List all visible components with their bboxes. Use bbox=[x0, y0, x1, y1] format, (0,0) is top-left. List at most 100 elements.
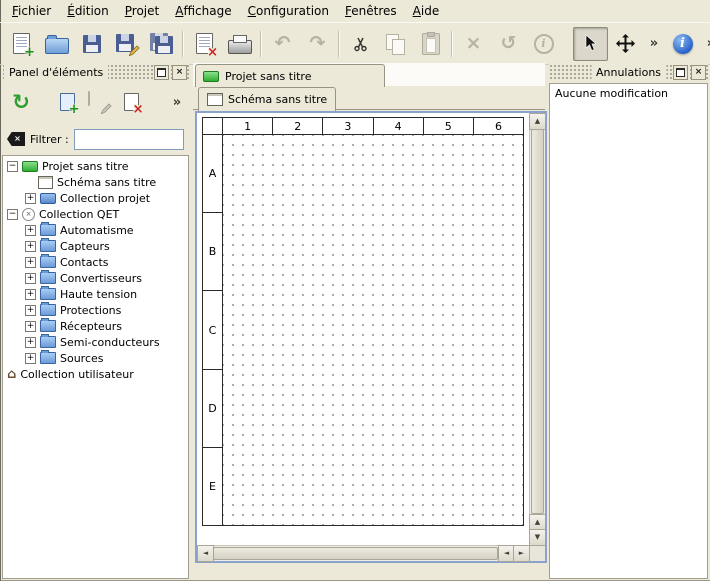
select-tool-button[interactable] bbox=[573, 27, 608, 61]
save-button[interactable] bbox=[74, 27, 109, 61]
tree-item-label: Collection utilisateur bbox=[20, 368, 133, 381]
copy-button[interactable] bbox=[378, 27, 413, 61]
expand-icon[interactable]: + bbox=[25, 193, 36, 204]
menu-edition[interactable]: Édition bbox=[59, 1, 117, 21]
expand-icon[interactable]: + bbox=[25, 321, 36, 332]
schema-canvas[interactable] bbox=[223, 135, 523, 525]
scroll-down-button[interactable]: ▼ bbox=[529, 529, 546, 546]
save-all-button[interactable] bbox=[144, 27, 179, 61]
tree-item-collection-utilisateur[interactable]: ⌂ Collection utilisateur bbox=[3, 366, 188, 382]
menu-projet[interactable]: Projet bbox=[117, 1, 167, 21]
scroll-right-button[interactable]: ► bbox=[513, 545, 530, 562]
collapse-icon[interactable]: − bbox=[7, 209, 18, 220]
scroll-left-button[interactable]: ◄ bbox=[197, 545, 214, 562]
clear-filter-button[interactable]: × bbox=[7, 132, 25, 146]
expand-icon[interactable]: + bbox=[25, 225, 36, 236]
elements-panel-header[interactable]: Panel d'éléments × bbox=[2, 64, 189, 81]
tree-item-automatisme[interactable]: + Automatisme bbox=[3, 222, 188, 238]
scroll-up-button[interactable]: ▲ bbox=[529, 113, 546, 130]
rotate-button[interactable]: ↺ bbox=[491, 27, 526, 61]
scissors-icon bbox=[353, 36, 369, 52]
v-scrollbar[interactable]: ▲ ▲ ▼ bbox=[529, 113, 545, 546]
paste-button[interactable] bbox=[413, 27, 448, 61]
tree-item-contacts[interactable]: + Contacts bbox=[3, 254, 188, 270]
schema-icon bbox=[38, 176, 53, 189]
main-toolbar: + × ↶ ↷ bbox=[0, 22, 710, 65]
undo-history-list[interactable]: Aucune modification bbox=[549, 83, 708, 579]
cut-button[interactable] bbox=[343, 27, 378, 61]
menu-aide[interactable]: Aide bbox=[405, 1, 448, 21]
tree-item-convertisseurs[interactable]: + Convertisseurs bbox=[3, 270, 188, 286]
tree-item-schema[interactable]: Schéma sans titre bbox=[3, 174, 188, 190]
expand-icon[interactable]: + bbox=[25, 257, 36, 268]
row-header: A bbox=[203, 135, 222, 212]
tree-item-sources[interactable]: + Sources bbox=[3, 350, 188, 366]
edit-element-button[interactable] bbox=[83, 86, 115, 118]
tree-item-collection-qet[interactable]: − × Collection QET bbox=[3, 206, 188, 222]
cursor-arrow-icon bbox=[583, 35, 598, 52]
float-undo-panel-button[interactable] bbox=[673, 65, 688, 80]
menu-fichier[interactable]: Fichier bbox=[4, 1, 59, 21]
close-undo-panel-button[interactable]: × bbox=[691, 65, 706, 80]
schema-tab[interactable]: Schéma sans titre bbox=[198, 87, 336, 111]
row-header: E bbox=[203, 447, 222, 525]
menu-affichage[interactable]: Affichage bbox=[167, 1, 239, 21]
float-elements-panel-button[interactable] bbox=[154, 65, 169, 80]
new-project-button[interactable]: + bbox=[4, 27, 39, 61]
tree-item-collection-projet[interactable]: + Collection projet bbox=[3, 190, 188, 206]
element-info-button[interactable]: i bbox=[526, 27, 561, 61]
undo-button[interactable]: ↶ bbox=[265, 27, 300, 61]
tree-item-semi-conducteurs[interactable]: + Semi-conducteurs bbox=[3, 334, 188, 350]
schema-icon bbox=[207, 93, 223, 106]
close-file-button[interactable]: × bbox=[187, 27, 222, 61]
elements-panel-toolbar: ↻ + × » bbox=[2, 83, 189, 121]
project-tab[interactable]: Projet sans titre bbox=[195, 64, 385, 87]
undo-panel-header[interactable]: Annulations × bbox=[549, 64, 708, 81]
tree-item-label: Collection QET bbox=[39, 208, 119, 221]
tree-item-capteurs[interactable]: + Capteurs bbox=[3, 238, 188, 254]
menu-configuration[interactable]: Configuration bbox=[240, 1, 337, 21]
expand-icon[interactable]: + bbox=[25, 273, 36, 284]
tree-item-protections[interactable]: + Protections bbox=[3, 302, 188, 318]
plus-badge-icon: + bbox=[69, 103, 80, 116]
expand-icon[interactable]: + bbox=[25, 289, 36, 300]
panel-overflow-button[interactable]: » bbox=[168, 86, 186, 118]
elements-tree[interactable]: − Projet sans titre Schéma sans titre + … bbox=[2, 155, 189, 579]
close-icon: × bbox=[176, 68, 184, 77]
expand-icon[interactable]: + bbox=[25, 353, 36, 364]
expand-icon[interactable]: + bbox=[25, 241, 36, 252]
reload-collections-button[interactable]: ↻ bbox=[5, 86, 37, 118]
h-scrollbar[interactable]: ◄ ◄ ► bbox=[197, 545, 530, 561]
tree-item-label: Contacts bbox=[60, 256, 109, 269]
save-as-button[interactable] bbox=[109, 27, 144, 61]
close-elements-panel-button[interactable]: × bbox=[172, 65, 187, 80]
about-qet-button[interactable]: i bbox=[665, 27, 700, 61]
expand-icon[interactable]: + bbox=[25, 305, 36, 316]
h-scroll-thumb[interactable] bbox=[213, 547, 498, 560]
menu-fenetres[interactable]: Fenêtres bbox=[337, 1, 405, 21]
qet-collection-icon: × bbox=[22, 208, 35, 221]
print-button[interactable] bbox=[222, 27, 257, 61]
collapse-icon[interactable]: − bbox=[7, 161, 18, 172]
redo-button[interactable]: ↷ bbox=[300, 27, 335, 61]
expand-icon[interactable]: + bbox=[25, 337, 36, 348]
tree-item-label: Capteurs bbox=[60, 240, 110, 253]
toolbar-overflow-button[interactable]: » bbox=[643, 27, 665, 61]
open-project-button[interactable] bbox=[39, 27, 74, 61]
tree-item-label: Sources bbox=[60, 352, 104, 365]
tree-item-haute-tension[interactable]: + Haute tension bbox=[3, 286, 188, 302]
folder-icon bbox=[40, 288, 56, 300]
tree-item-label: Haute tension bbox=[60, 288, 137, 301]
tree-item-label: Protections bbox=[60, 304, 121, 317]
delete-element-button[interactable]: × bbox=[115, 86, 147, 118]
tree-item-project[interactable]: − Projet sans titre bbox=[3, 158, 188, 174]
filter-input[interactable] bbox=[74, 129, 184, 150]
edit-element-icon bbox=[88, 92, 110, 112]
schema-view[interactable]: 1 2 3 4 5 6 A B C D E bbox=[197, 113, 530, 546]
move-tool-button[interactable] bbox=[608, 27, 643, 61]
v-scroll-thumb[interactable] bbox=[531, 129, 544, 514]
tree-item-recepteurs[interactable]: + Récepteurs bbox=[3, 318, 188, 334]
new-element-button[interactable]: + bbox=[51, 86, 83, 118]
delete-button[interactable]: × bbox=[456, 27, 491, 61]
toolbar-overflow-button-2[interactable]: » bbox=[700, 27, 710, 61]
